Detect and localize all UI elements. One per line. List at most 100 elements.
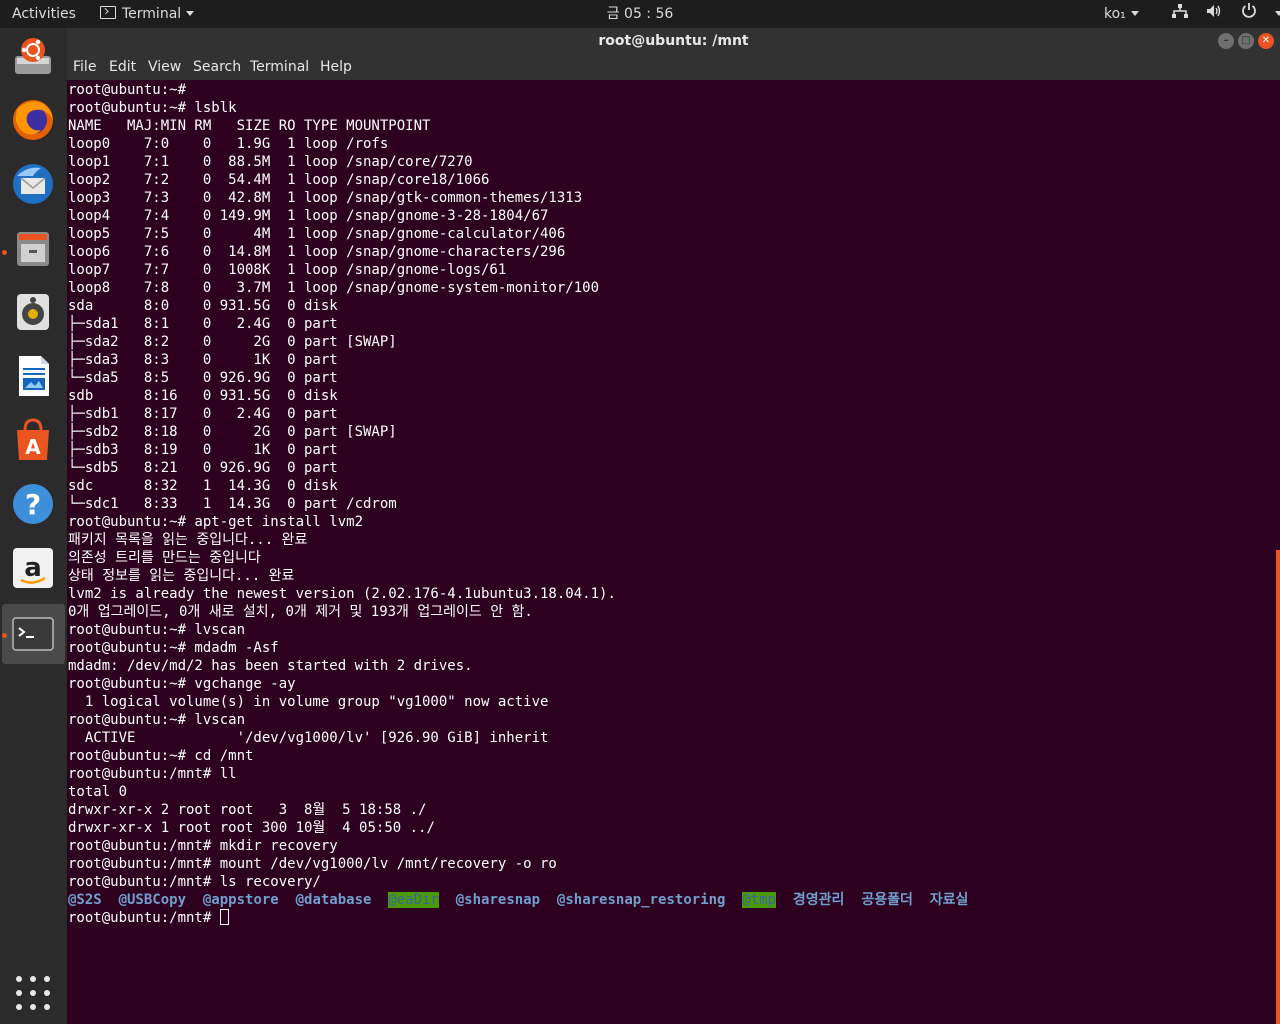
terminal-line: 1 logical volume(s) in volume group "vg1…	[68, 694, 549, 710]
menu-terminal[interactable]: Terminal	[250, 59, 309, 75]
network-icon	[1172, 0, 1188, 28]
terminal-line: loop2 7:2 0 54.4M 1 loop /snap/core18/10…	[68, 172, 490, 188]
terminal-line: 의존성 트리를 만드는 중입니다	[68, 550, 261, 566]
terminal-line: ACTIVE '/dev/vg1000/lv' [926.90 GiB] inh…	[68, 730, 549, 746]
window-titlebar[interactable]: root@ubuntu: /mnt – □ ✕	[67, 28, 1280, 55]
ls-entry: 공용폴더	[861, 892, 913, 908]
software-center-icon: A	[17, 418, 49, 460]
clock[interactable]: 금 05 : 56	[0, 0, 1280, 28]
ls-output-row: @S2S @USBCopy @appstore @database @eaDir…	[68, 891, 968, 909]
terminal-line: ├─sda3 8:3 0 1K 0 part	[68, 352, 338, 368]
ls-entry: @S2S	[68, 892, 102, 908]
minimize-icon: –	[1223, 35, 1229, 46]
terminal-line: total 0	[68, 784, 128, 800]
amazon-icon: a	[13, 548, 53, 588]
files-icon	[17, 232, 49, 266]
terminal-line: loop8 7:8 0 3.7M 1 loop /snap/gnome-syst…	[68, 280, 600, 296]
ls-entry: @eaDir	[388, 892, 439, 908]
terminal-line: root@ubuntu:~# lvscan	[68, 622, 246, 638]
ls-entry: @sharesnap_restoring	[556, 892, 726, 908]
terminal-line: root@ubuntu:~# vgchange -ay	[68, 676, 296, 692]
writer-icon	[19, 356, 49, 396]
dock: A ? a	[0, 28, 67, 1024]
terminal-line: loop6 7:6 0 14.8M 1 loop /snap/gnome-cha…	[68, 244, 566, 260]
dock-item-help[interactable]: ?	[9, 480, 57, 528]
close-icon: ✕	[1261, 35, 1271, 46]
chevron-down-icon	[1275, 11, 1280, 16]
menu-file[interactable]: File	[73, 59, 96, 75]
terminal-line: 상태 정보를 읽는 중입니다... 완료	[68, 568, 295, 584]
terminal-output: root@ubuntu:~# root@ubuntu:~# lsblk NAME M…	[68, 81, 968, 927]
help-icon: ?	[13, 484, 53, 524]
dock-item-amazon[interactable]: a	[9, 544, 57, 592]
dock-item-firefox[interactable]	[9, 96, 57, 144]
dock-item-terminal[interactable]	[9, 610, 57, 658]
terminal-line: mdadm: /dev/md/2 has been started with 2…	[68, 658, 473, 674]
terminal-line: 패키지 목록을 읽는 중입니다... 완료	[68, 532, 308, 548]
terminal-line: 0개 업그레이드, 0개 새로 설치, 0개 제거 및 193개 업그레이드 안…	[68, 604, 533, 620]
rhythmbox-icon	[17, 294, 49, 330]
menu-view[interactable]: View	[148, 59, 181, 75]
terminal-line: loop1 7:1 0 88.5M 1 loop /snap/core/7270	[68, 154, 473, 170]
running-indicator	[2, 250, 7, 255]
terminal-view[interactable]: root@ubuntu:~# root@ubuntu:~# lsblk NAME M…	[67, 80, 1280, 1024]
terminal-line: root@ubuntu:/mnt# mkdir recovery	[68, 838, 338, 854]
dock-item-rhythmbox[interactable]	[9, 288, 57, 336]
terminal-line: root@ubuntu:~# mdadm -Asf	[68, 640, 279, 656]
terminal-line: loop4 7:4 0 149.9M 1 loop /snap/gnome-3-…	[68, 208, 549, 224]
terminal-line: loop3 7:3 0 42.8M 1 loop /snap/gtk-commo…	[68, 190, 583, 206]
ls-entry: @sharesnap	[455, 892, 541, 908]
svg-text:a: a	[24, 553, 42, 583]
text-cursor	[219, 909, 229, 925]
close-button[interactable]: ✕	[1258, 33, 1274, 49]
menu-edit[interactable]: Edit	[109, 59, 136, 75]
system-menu[interactable]	[1172, 0, 1280, 28]
terminal-line: └─sda5 8:5 0 926.9G 0 part	[68, 370, 338, 386]
show-applications-button[interactable]	[16, 976, 50, 1010]
terminal-line: ├─sdb3 8:19 0 1K 0 part	[68, 442, 338, 458]
menu-help[interactable]: Help	[320, 59, 352, 75]
terminal-line: lvm2 is already the newest version (2.02…	[68, 586, 616, 602]
dock-item-files[interactable]	[9, 224, 57, 272]
top-panel: Activities Terminal 금 05 : 56 ko₁	[0, 0, 1280, 28]
terminal-line: sda 8:0 0 931.5G 0 disk	[68, 298, 338, 314]
ls-entry: 자료실	[929, 892, 969, 908]
terminal-line: root@ubuntu:~# lvscan	[68, 712, 246, 728]
ls-entry: @appstore	[202, 892, 279, 908]
maximize-button[interactable]: □	[1238, 33, 1254, 49]
input-method-indicator[interactable]: ko₁	[1104, 0, 1139, 28]
ls-entry: @tmp	[742, 892, 777, 908]
installer-icon	[15, 38, 51, 74]
terminal-line: └─sdb5 8:21 0 926.9G 0 part	[68, 460, 338, 476]
terminal-line: root@ubuntu:/mnt# mount /dev/vg1000/lv /…	[68, 856, 557, 872]
terminal-line: ├─sdb1 8:17 0 2.4G 0 part	[68, 406, 338, 422]
prompt: root@ubuntu:/mnt#	[68, 910, 220, 926]
dock-item-writer[interactable]	[9, 352, 57, 400]
terminal-line: root@ubuntu:~#	[68, 82, 187, 98]
dock-item-software[interactable]: A	[9, 416, 57, 464]
maximize-icon: □	[1241, 35, 1251, 46]
terminal-line: ├─sda1 8:1 0 2.4G 0 part	[68, 316, 338, 332]
terminal-line: loop0 7:0 0 1.9G 1 loop /rofs	[68, 136, 389, 152]
ls-entry: 경영관리	[792, 892, 845, 908]
prompt-line[interactable]: root@ubuntu:/mnt#	[68, 909, 968, 927]
menu-bar: File Edit View Search Terminal Help	[67, 55, 1280, 80]
firefox-icon	[13, 100, 53, 140]
terminal-line: └─sdc1 8:33 1 14.3G 0 part /cdrom	[68, 496, 397, 512]
terminal-line: sdc 8:32 1 14.3G 0 disk	[68, 478, 338, 494]
dock-item-installer[interactable]	[9, 32, 57, 80]
minimize-button[interactable]: –	[1218, 33, 1234, 49]
dock-item-thunderbird[interactable]	[9, 160, 57, 208]
terminal-icon	[12, 617, 54, 651]
menu-search[interactable]: Search	[193, 59, 241, 75]
input-method-label: ko₁	[1104, 6, 1126, 22]
terminal-line: sdb 8:16 0 931.5G 0 disk	[68, 388, 338, 404]
scrollbar[interactable]	[1276, 550, 1280, 1024]
svg-text:?: ?	[25, 488, 41, 521]
ls-entry: @USBCopy	[118, 892, 187, 908]
power-icon	[1241, 0, 1257, 28]
terminal-line: root@ubuntu:/mnt# ll	[68, 766, 237, 782]
terminal-line: root@ubuntu:/mnt# ls recovery/	[68, 874, 321, 890]
volume-icon	[1206, 0, 1222, 28]
terminal-line: loop7 7:7 0 1008K 1 loop /snap/gnome-log…	[68, 262, 507, 278]
